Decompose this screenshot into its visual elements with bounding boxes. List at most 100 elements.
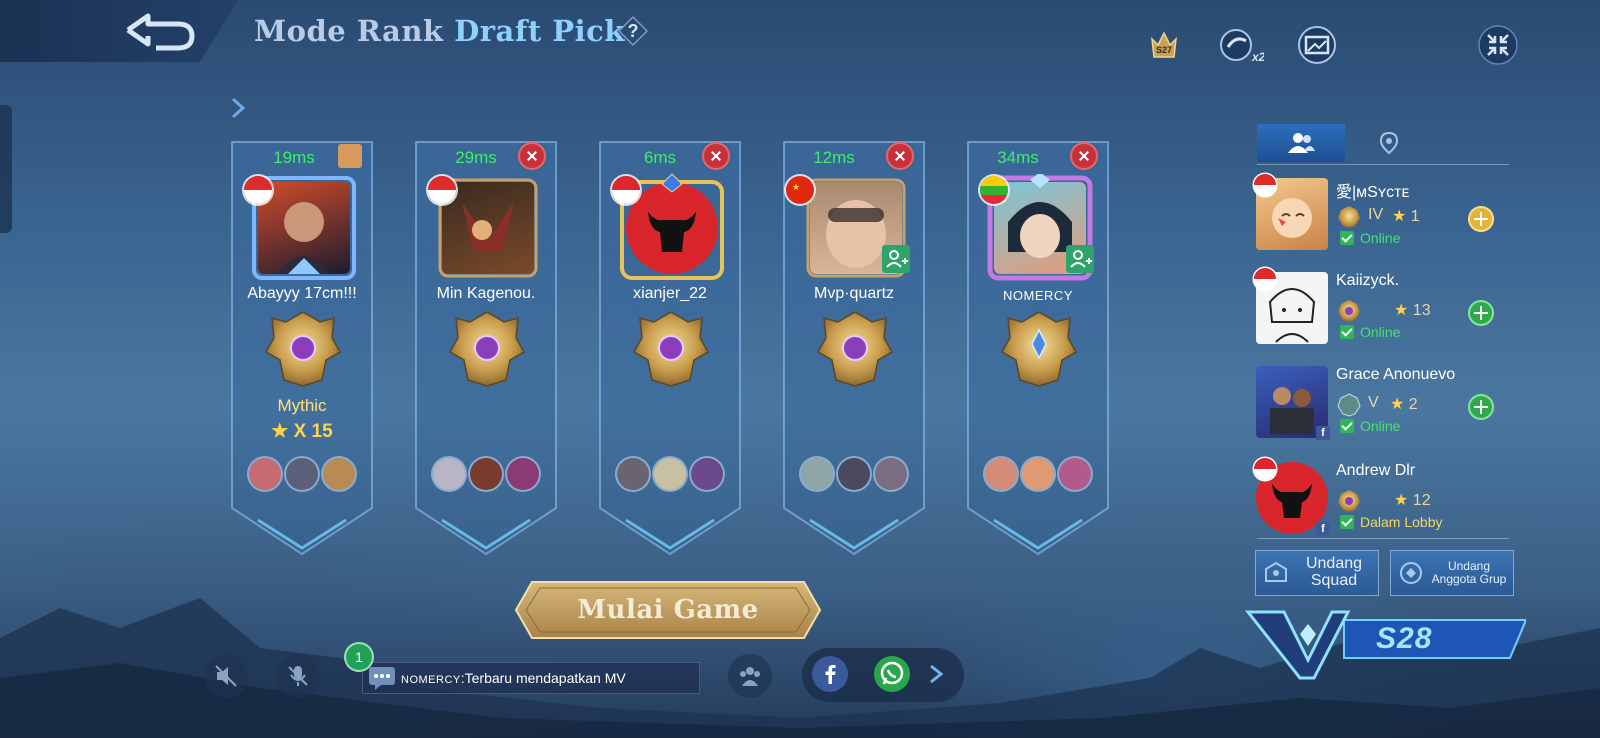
friend-star-count: 13 [1412, 302, 1431, 319]
player-slot-3[interactable]: 6ms xianjer_22 [596, 140, 744, 560]
player-slot-4[interactable]: 12ms ★ Mvp·quartz [780, 140, 928, 560]
friend-tier: IV [1368, 206, 1384, 223]
expand-chevron-icon[interactable] [229, 96, 247, 120]
player-avatar[interactable] [442, 182, 534, 274]
friend-star-count: 1 [1410, 208, 1420, 225]
player-name: NOMERCY [1003, 288, 1073, 303]
speaker-toggle-button[interactable] [204, 654, 248, 698]
kick-player-button[interactable] [886, 142, 914, 170]
kick-player-button[interactable] [702, 142, 730, 170]
whatsapp-icon [880, 661, 904, 685]
rank-emblem-icon [1338, 206, 1360, 228]
back-button[interactable] [112, 8, 198, 54]
season-banner[interactable]: S28 [1244, 604, 1528, 680]
unread-badge: 1 [346, 644, 372, 670]
hero-icon [507, 458, 539, 490]
status-check-icon [1340, 231, 1354, 245]
start-game-button[interactable]: Mulai Game [514, 580, 822, 640]
chevron-right-icon[interactable] [926, 662, 946, 686]
friend-list-item[interactable]: f Grace Anonuevo V ★ 2 Online [1256, 366, 1516, 452]
mythic-rank-emblem-icon [632, 311, 710, 387]
gallery-button[interactable] [1294, 22, 1340, 68]
friend-status: Online [1340, 230, 1400, 246]
double-star-button[interactable]: x2 [1218, 22, 1264, 68]
mythic-rank-emblem-icon [448, 311, 526, 387]
help-button[interactable]: ? [617, 15, 649, 47]
friend-stars: ★ 2 [1390, 394, 1418, 414]
chat-preview[interactable]: NOMERCY:Terbaru mendapatkan MV [362, 662, 700, 694]
invite-friend-button[interactable] [1468, 300, 1494, 326]
invite-group-label: Undang Anggota Grup [1431, 559, 1507, 586]
collapse-arrows-icon [1478, 25, 1518, 65]
star-icon: ★ [271, 421, 289, 442]
facebook-badge-icon: f [1316, 426, 1330, 440]
mode-label: Mode Rank [254, 14, 444, 48]
player-avatar[interactable] [258, 182, 350, 274]
invite-friend-button[interactable] [1468, 206, 1494, 232]
friend-status: Dalam Lobby [1340, 514, 1443, 530]
mode-name: Draft Pick [454, 14, 625, 48]
friend-stars: ★ 12 [1394, 490, 1431, 510]
friend-status: Online [1340, 324, 1400, 340]
player-name: xianjer_22 [633, 285, 707, 302]
whatsapp-share-button[interactable] [874, 656, 910, 692]
add-friend-button[interactable] [1066, 245, 1094, 273]
hero-icon [249, 458, 281, 490]
preferred-heroes [242, 458, 362, 494]
tab-friends[interactable] [1257, 124, 1345, 162]
location-icon [1379, 131, 1399, 155]
facebook-share-button[interactable] [812, 656, 848, 692]
mic-toggle-button[interactable] [276, 654, 320, 698]
hero-icon [1059, 458, 1091, 490]
back-arrow-icon [126, 13, 195, 51]
friend-star-count: 2 [1408, 396, 1418, 413]
player-slot-1[interactable]: 19ms Abayyy 17cm!!! Mythic ★ X 15 [228, 140, 376, 560]
preferred-heroes [426, 458, 546, 494]
kick-player-button[interactable] [1070, 142, 1098, 170]
friend-stars: ★ 1 [1392, 206, 1420, 226]
status-check-icon [1340, 325, 1354, 339]
friend-list-item[interactable]: Kaiizyck. ★ 13 Online [1254, 268, 1516, 358]
gallery-icon [1298, 26, 1336, 64]
side-drawer-handle[interactable] [0, 105, 12, 233]
friend-status-text: Online [1360, 418, 1401, 434]
double-badge-text: x2 [1251, 50, 1264, 64]
page-title: Mode Rank Draft Pick [254, 14, 625, 48]
preferred-heroes [794, 458, 914, 494]
portrait-image [462, 202, 514, 252]
star-icon: ★ [1392, 208, 1407, 225]
tab-nearby[interactable] [1345, 124, 1433, 162]
hero-icon [985, 458, 1017, 490]
player-avatar[interactable] [626, 182, 718, 274]
hero-icon [323, 458, 355, 490]
hero-icon [875, 458, 907, 490]
player-slot-5[interactable]: 34ms NOMERCY [964, 140, 1112, 560]
mythic-rank-emblem-icon [816, 311, 894, 387]
mythical-glory-rank-emblem-icon [1000, 311, 1078, 387]
flag-indonesia-icon [1254, 174, 1276, 196]
hero-icon [470, 458, 502, 490]
invite-squad-button[interactable]: Undang Squad [1255, 550, 1379, 596]
season-rank-button[interactable]: S27 [1141, 22, 1187, 68]
invite-friend-button[interactable] [1468, 394, 1494, 420]
friend-list-item[interactable]: 愛|ᴍSʏᴄᴛᴇ IV ★ 1 Online [1254, 174, 1516, 264]
friend-status-text: Online [1360, 230, 1401, 246]
facebook-badge-icon: f [1316, 522, 1330, 536]
player-slot-2[interactable]: 29ms Min Kagenou. [412, 140, 560, 560]
chat-bubble-icon [369, 667, 395, 690]
add-friend-button[interactable] [882, 245, 910, 273]
friend-list-item[interactable]: f Andrew Dlr ★ 12 Dalam Lobby [1254, 458, 1516, 548]
flag-indonesia-icon [244, 176, 272, 204]
invite-group-button[interactable]: Undang Anggota Grup [1390, 550, 1514, 596]
player-name: Mvp·quartz [813, 285, 895, 302]
kick-player-button[interactable] [518, 142, 546, 170]
rank-title: Mythic [277, 396, 327, 415]
status-check-icon [1340, 419, 1354, 433]
ping-value: 19ms [273, 148, 315, 167]
fullscreen-toggle-button[interactable] [1475, 22, 1521, 68]
panel-divider [1257, 538, 1509, 539]
flag-myanmar-icon [980, 176, 1008, 204]
flag-indonesia-icon [1254, 268, 1276, 290]
team-voice-button[interactable] [728, 654, 772, 698]
hero-icon [433, 458, 465, 490]
